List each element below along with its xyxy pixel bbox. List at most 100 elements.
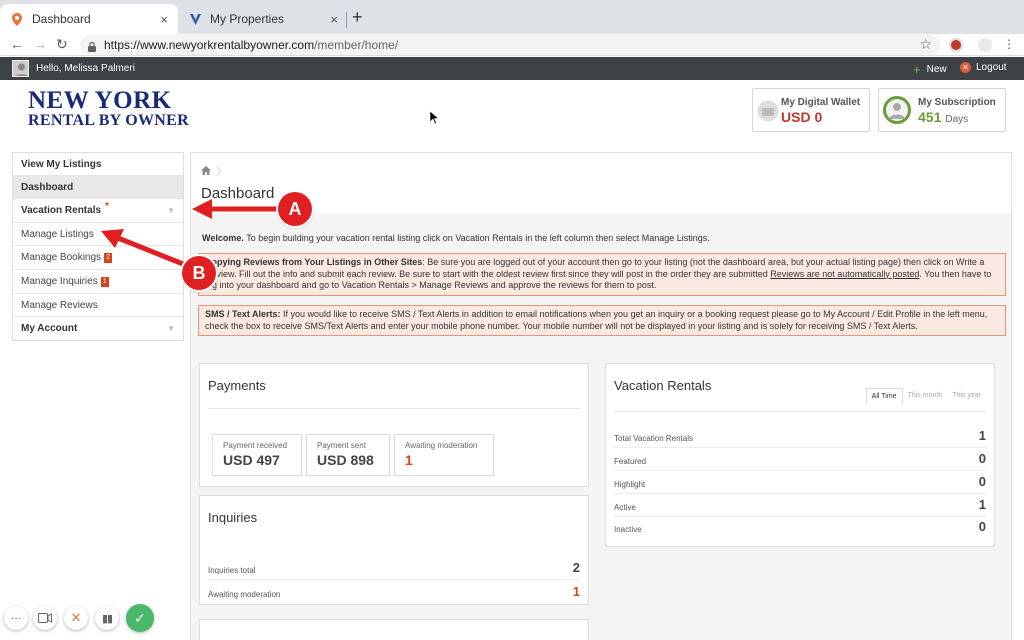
sidebar-item-label: Manage Inquiries: [21, 276, 98, 287]
tab-all-time[interactable]: All Time: [865, 388, 903, 404]
subscription-unit: Days: [945, 114, 969, 125]
subscription-value: 451 Days: [918, 109, 968, 125]
back-button[interactable]: ←: [10, 36, 24, 52]
digital-wallet-widget[interactable]: My Digital Wallet USD 0: [752, 88, 870, 132]
browser-tab-bar: Dashboard × My Properties × +: [0, 0, 1024, 34]
sidebar-item-view-my-listings[interactable]: View My Listings: [13, 153, 183, 176]
stat-value: USD 497: [223, 452, 280, 468]
divider: [208, 408, 580, 409]
sidebar-item-label: My Account: [21, 323, 78, 334]
new-tab-button[interactable]: +: [352, 7, 363, 28]
finish-recording-button[interactable]: ✓: [126, 604, 154, 632]
row-value: 1: [978, 497, 986, 512]
subscription-widget[interactable]: My Subscription 451 Days: [878, 88, 1006, 132]
sidebar-item-manage-listings[interactable]: Manage Listings: [13, 223, 183, 246]
extension-icon[interactable]: [949, 38, 963, 52]
breadcrumb-separator-icon: 〉: [216, 167, 227, 178]
address-bar[interactable]: https://www.newyorkrentalbyowner.com/mem…: [80, 35, 940, 55]
main-content: 〉 Dashboard Welcome. To begin building y…: [190, 152, 1012, 640]
row-label: Highlight: [614, 480, 646, 489]
table-row: Total Vacation Rentals 1: [614, 426, 986, 448]
camera-button[interactable]: [33, 606, 57, 630]
extension-icon[interactable]: [978, 38, 992, 52]
wallet-value: USD 0: [781, 109, 823, 125]
pause-button[interactable]: ▮▮: [95, 606, 119, 630]
row-value: 0: [978, 451, 986, 466]
breadcrumb: 〉: [201, 163, 227, 178]
browser-toolbar: ← → ↻ https://www.newyorkrentalbyowner.c…: [0, 34, 1024, 56]
chevron-down-icon: ▼: [167, 324, 175, 333]
forward-button[interactable]: →: [33, 36, 47, 52]
table-row: Inactive 0: [614, 517, 986, 539]
stat-label: Awaiting moderation: [405, 441, 478, 450]
close-icon: ✕: [70, 610, 82, 625]
subscription-title: My Subscription: [918, 97, 996, 108]
sidebar-item-label: Manage Listings: [21, 228, 94, 240]
bookmark-star-icon[interactable]: ☆: [919, 36, 932, 53]
sidebar-item-label: Vacation Rentals: [21, 205, 102, 216]
page-title: Dashboard: [201, 185, 275, 202]
wallet-icon: [757, 100, 779, 122]
url-host: https://www.newyorkrentalbyowner.com: [104, 38, 315, 52]
home-icon[interactable]: [201, 166, 214, 178]
stat-label: Payment sent: [317, 441, 366, 450]
notice-title: SMS / Text Alerts:: [205, 309, 281, 319]
card-title: Inquiries: [208, 510, 258, 525]
annotation-callout-a: A: [278, 192, 312, 226]
divider: [614, 411, 986, 412]
card-title: Vacation Rentals: [614, 378, 712, 393]
avatar[interactable]: [12, 60, 29, 77]
tab-my-properties[interactable]: My Properties ×: [178, 4, 348, 34]
sidebar-item-label: Dashboard: [21, 181, 74, 193]
table-row: Inquiries total 2: [208, 558, 580, 580]
more-options-button[interactable]: ···: [4, 606, 28, 630]
sidebar-item-label: View My Listings: [21, 158, 102, 170]
row-label: Inquiries total: [208, 566, 256, 575]
row-value: 2: [572, 560, 580, 575]
sidebar-item-manage-bookings[interactable]: Manage Bookings 2: [13, 246, 183, 270]
required-marker: *: [105, 201, 109, 212]
period-tabs: All Time This month This year: [865, 388, 986, 404]
notice-text: If you would like to receive SMS / Text …: [205, 309, 988, 331]
browser-menu-icon[interactable]: ⋮: [1003, 37, 1015, 51]
logout-label: Logout: [976, 62, 1007, 73]
tab-title: Dashboard: [32, 12, 91, 26]
payment-received-box: Payment received USD 497: [212, 434, 302, 476]
row-value: 0: [978, 474, 986, 489]
sidebar-item-vacation-rentals[interactable]: Vacation Rentals * ▼: [13, 199, 183, 223]
row-label: Featured: [614, 457, 647, 466]
table-row: Highlight 0: [614, 472, 986, 494]
annotation-callout-b: B: [182, 256, 216, 290]
reload-button[interactable]: ↻: [56, 36, 68, 53]
table-row: Featured 0: [614, 449, 986, 471]
stat-label: Payment received: [223, 441, 288, 450]
cancel-recording-button[interactable]: ✕: [64, 606, 88, 630]
tab-this-month[interactable]: This month: [903, 388, 948, 404]
logout-button[interactable]: ✕ Logout: [960, 62, 1007, 73]
site-logo[interactable]: NEW YORK RENTAL BY OWNER: [28, 88, 189, 129]
table-row: Awaiting moderation 1: [208, 582, 580, 604]
video-camera-icon: [38, 613, 52, 623]
logo-line-2: RENTAL BY OWNER: [28, 112, 189, 129]
checkmark-icon: ✓: [134, 609, 146, 626]
user-greeting: Hello, Melissa Palmeri: [36, 63, 135, 74]
tab-this-year[interactable]: This year: [947, 388, 986, 404]
subscription-days-count: 451: [918, 109, 942, 125]
close-icon[interactable]: ×: [330, 12, 338, 27]
pause-icon: ▮▮: [101, 612, 113, 625]
row-label: Awaiting moderation: [208, 590, 281, 599]
payment-sent-box: Payment sent USD 898: [306, 434, 390, 476]
close-icon[interactable]: ×: [160, 12, 168, 27]
sidebar-item-my-account[interactable]: My Account ▼: [13, 317, 183, 340]
row-value: 1: [572, 584, 580, 599]
tab-separator: [346, 12, 347, 28]
sidebar-item-label: Manage Bookings: [21, 252, 102, 263]
new-button[interactable]: + New: [913, 62, 947, 77]
sidebar-item-dashboard[interactable]: Dashboard: [13, 176, 183, 199]
table-row: Active 1: [614, 495, 986, 517]
page-header: 〉 Dashboard: [191, 153, 1011, 213]
sidebar-item-manage-reviews[interactable]: Manage Reviews: [13, 294, 183, 317]
row-value: 1: [978, 428, 986, 443]
sidebar-item-manage-inquiries[interactable]: Manage Inquiries 1: [13, 270, 183, 294]
tab-dashboard[interactable]: Dashboard ×: [0, 4, 178, 34]
